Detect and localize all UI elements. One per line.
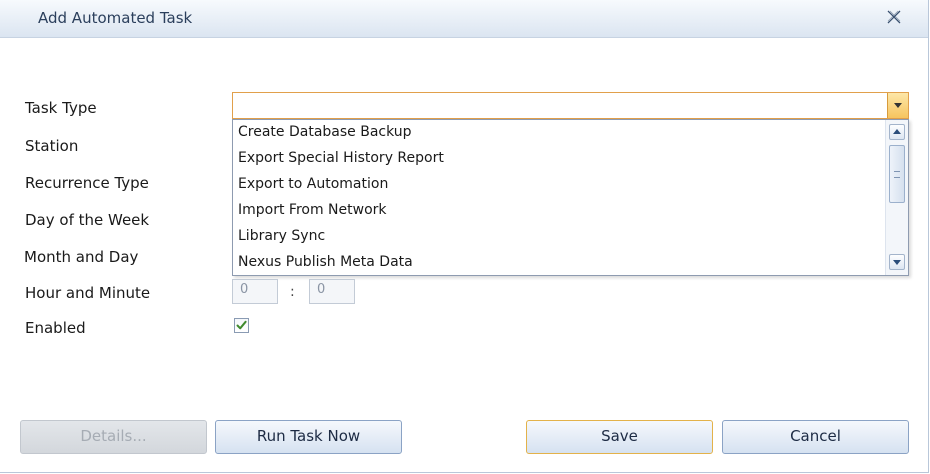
dropdown-option-export-to-automation[interactable]: Export to Automation	[238, 176, 388, 192]
dropdown-option-import-from-network[interactable]: Import From Network	[238, 202, 387, 218]
dropdown-option-library-sync[interactable]: Library Sync	[238, 228, 325, 244]
run-task-now-button[interactable]: Run Task Now	[215, 420, 402, 454]
dropdown-option-nexus-publish-meta-data[interactable]: Nexus Publish Meta Data	[238, 254, 413, 270]
day-of-week-label: Day of the Week	[25, 211, 150, 229]
close-icon[interactable]	[886, 9, 902, 25]
task-type-dropdown-list: Create Database Backup Export Special Hi…	[232, 119, 909, 276]
month-and-day-label: Month and Day	[24, 248, 139, 266]
hour-input[interactable]: 0	[232, 279, 278, 304]
scroll-down-arrow-icon[interactable]	[889, 254, 905, 270]
scroll-up-arrow-icon[interactable]	[889, 124, 905, 140]
time-separator: :	[290, 284, 295, 300]
dropdown-option-export-special-history-report[interactable]: Export Special History Report	[238, 150, 444, 166]
title-bar: Add Automated Task	[0, 0, 928, 38]
enabled-label: Enabled	[25, 319, 86, 337]
hour-and-minute-label: Hour and Minute	[25, 284, 151, 302]
dropdown-scrollbar[interactable]	[885, 120, 908, 275]
task-type-dropdown-button[interactable]	[887, 93, 908, 118]
cancel-button[interactable]: Cancel	[722, 420, 909, 454]
dialog-title: Add Automated Task	[38, 9, 193, 27]
task-type-label: Task Type	[25, 99, 97, 117]
save-button[interactable]: Save	[526, 420, 713, 454]
recurrence-type-label: Recurrence Type	[25, 174, 149, 192]
task-type-combobox[interactable]	[232, 92, 909, 119]
station-label: Station	[25, 137, 79, 155]
minute-input[interactable]: 0	[309, 279, 355, 304]
enabled-checkbox[interactable]	[234, 318, 249, 333]
add-automated-task-dialog: Add Automated Task Task Type Station Rec…	[0, 0, 929, 473]
details-button[interactable]: Details...	[20, 420, 207, 454]
scroll-thumb[interactable]	[889, 145, 905, 203]
checkmark-icon	[236, 320, 247, 330]
dropdown-option-create-database-backup[interactable]: Create Database Backup	[238, 124, 412, 140]
